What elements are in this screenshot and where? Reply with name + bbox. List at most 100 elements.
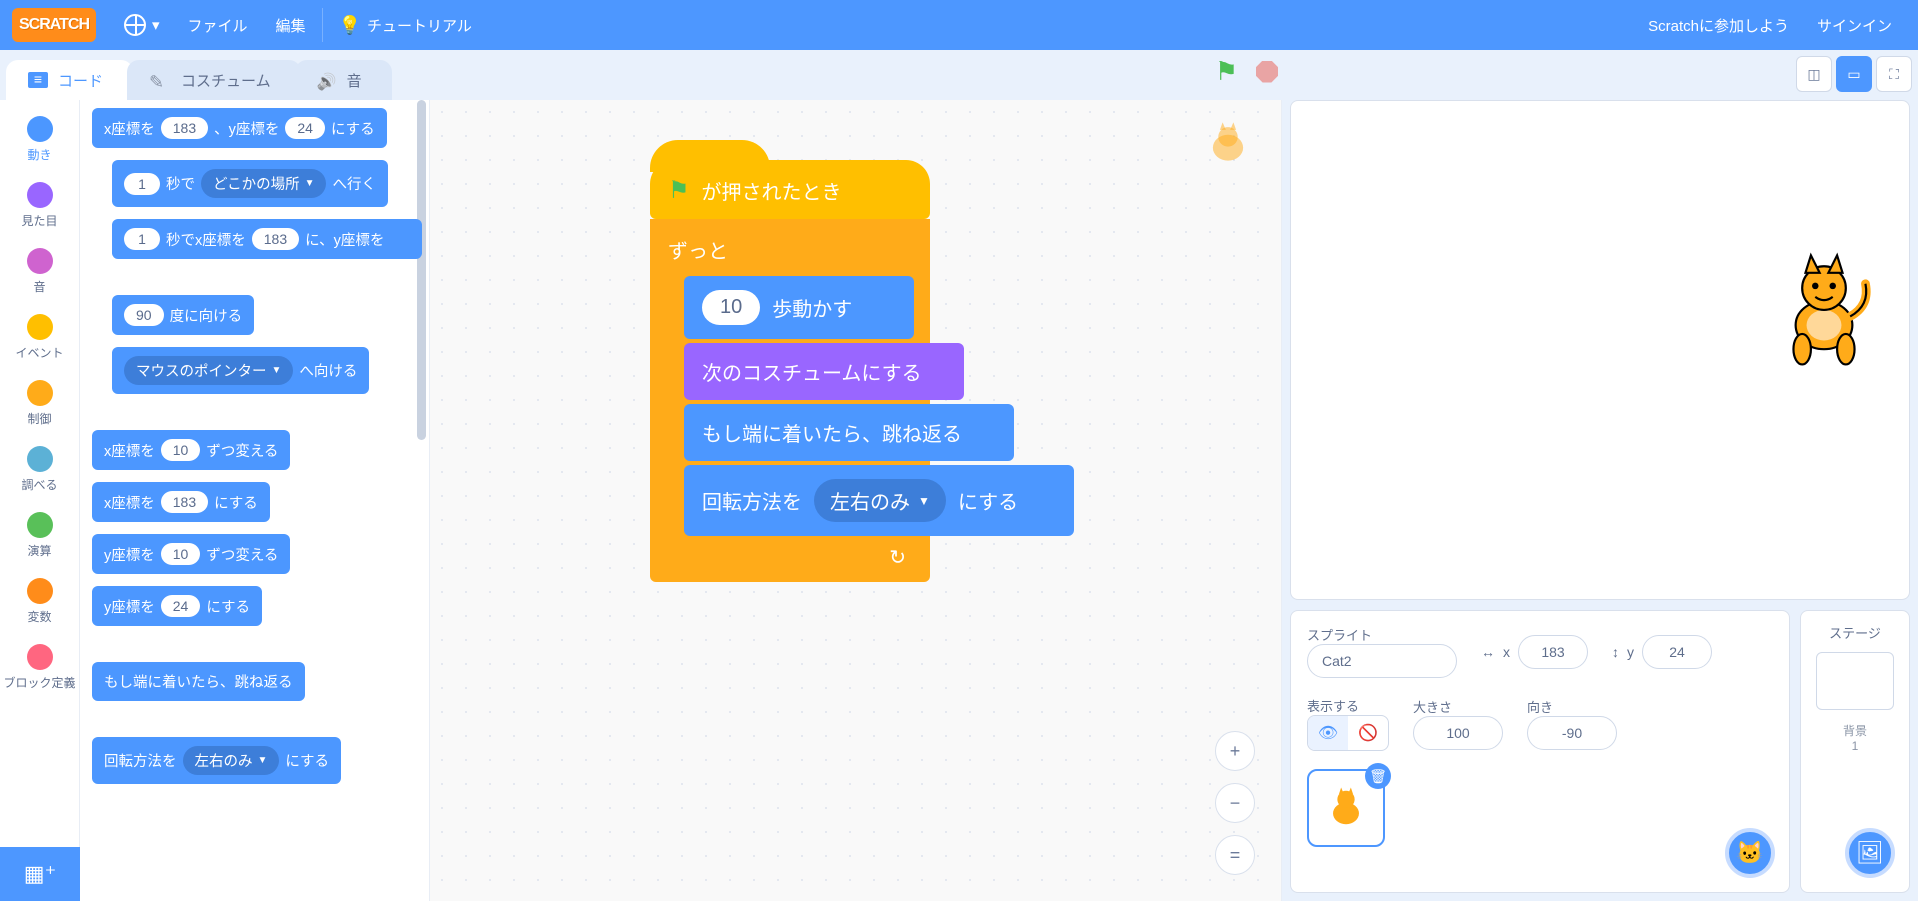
block-set-y[interactable]: y座標を 24 にする [92, 586, 262, 626]
sprite-on-stage[interactable] [1769, 251, 1879, 371]
block-text: へ行く [332, 173, 376, 194]
stage-small-button[interactable]: ◫ [1796, 56, 1832, 92]
add-extension-button[interactable]: ▦⁺ [0, 847, 80, 901]
category-label: 調べる [21, 476, 57, 493]
sprite-direction-input[interactable] [1527, 716, 1617, 750]
block-when-flag-clicked[interactable]: が押されたとき [650, 160, 930, 219]
tab-sounds-label: 音 [347, 70, 362, 91]
add-sprite-button[interactable]: 🐱 [1725, 828, 1775, 878]
block-goto-xy[interactable]: x座標を 183 、y座標を 24 にする [92, 108, 387, 148]
block-text: 、y座標を [214, 118, 279, 139]
block-point-towards[interactable]: マウスのポインター▼ へ向ける [112, 347, 369, 394]
block-next-costume[interactable]: 次のコスチュームにする [684, 343, 964, 400]
block-input-degrees[interactable]: 90 [124, 304, 164, 326]
block-set-x[interactable]: x座標を 183 にする [92, 482, 270, 522]
zoom-reset-button[interactable]: = [1215, 835, 1255, 875]
signin-link[interactable]: サインイン [1803, 0, 1906, 50]
file-menu[interactable]: ファイル [174, 0, 262, 50]
zoom-out-button[interactable]: − [1215, 783, 1255, 823]
block-input[interactable]: 10 [161, 439, 201, 461]
speaker-icon [317, 72, 337, 88]
trash-icon: 🗑 [1369, 768, 1387, 785]
block-input-seconds[interactable]: 1 [124, 228, 160, 250]
block-rotation-style[interactable]: 回転方法を 左右のみ▼ にする [684, 465, 1074, 536]
block-forever[interactable]: ずっと 10 歩動かす 次のコスチュームにする もし端に着いたら、跳ね返る 回転… [650, 219, 930, 582]
block-change-x[interactable]: x座標を 10 ずつ変える [92, 430, 290, 470]
block-change-y[interactable]: y座標を 10 ずつ変える [92, 534, 290, 574]
block-glide-xy[interactable]: 1 秒でx座標を 183 に、y座標を [112, 219, 422, 259]
category-operators[interactable]: 演算 [0, 502, 80, 568]
add-backdrop-button[interactable]: 🖼 [1845, 828, 1895, 878]
block-input[interactable]: 24 [161, 595, 201, 617]
tab-costumes[interactable]: コスチューム [127, 60, 301, 100]
events-dot-icon [27, 314, 53, 340]
zoom-in-button[interactable]: + [1215, 731, 1255, 771]
eye-off-icon: 🚫 [1358, 723, 1378, 743]
sprite-thumbnail[interactable]: 🗑 [1307, 769, 1385, 847]
block-input[interactable]: 183 [161, 491, 208, 513]
show-button[interactable]: 👁 [1308, 716, 1348, 750]
edit-menu[interactable]: 編集 [262, 0, 320, 50]
block-input-x[interactable]: 183 [161, 117, 208, 139]
script-stack[interactable]: が押されたとき ずっと 10 歩動かす 次のコスチュームにする もし端に着いたら… [650, 160, 930, 582]
category-control[interactable]: 制御 [0, 370, 80, 436]
block-text: にする [331, 118, 375, 139]
block-glide-random[interactable]: 1 秒で どこかの場所▼ へ行く [112, 160, 388, 207]
cat-sprite-icon [1769, 251, 1879, 371]
join-scratch-link[interactable]: Scratchに参加しよう [1634, 0, 1803, 50]
tutorials-button[interactable]: 💡チュートリアル [325, 0, 486, 50]
block-input[interactable]: 10 [161, 543, 201, 565]
stage-thumbnail[interactable] [1816, 652, 1894, 710]
scratch-logo[interactable]: SCRATCH [12, 8, 96, 42]
tab-sounds[interactable]: 音 [295, 60, 392, 100]
script-workspace[interactable]: が押されたとき ずっと 10 歩動かす 次のコスチュームにする もし端に着いたら… [430, 100, 1282, 901]
category-motion[interactable]: 動き [0, 106, 80, 172]
size-label: 大きさ [1413, 697, 1483, 716]
block-dropdown-style[interactable]: 左右のみ▼ [183, 746, 280, 775]
sprite-x-input[interactable] [1518, 635, 1588, 669]
chevron-down-icon: ▼ [258, 755, 268, 766]
block-text: が押されたとき [702, 176, 842, 205]
green-flag-button[interactable]: ⚑ [1215, 56, 1238, 87]
y-label: y [1627, 644, 1634, 660]
language-menu[interactable]: ▾ [110, 0, 174, 50]
block-text: 歩動かす [772, 293, 852, 322]
category-sound[interactable]: 音 [0, 238, 80, 304]
category-myblocks[interactable]: ブロック定義 [0, 634, 80, 700]
hide-button[interactable]: 🚫 [1348, 716, 1388, 750]
block-input-x[interactable]: 183 [252, 228, 299, 250]
stage[interactable] [1290, 100, 1910, 600]
tab-code[interactable]: コード [6, 60, 133, 100]
x-label: x [1503, 644, 1510, 660]
paintbrush-icon [149, 72, 171, 88]
category-sensing[interactable]: 調べる [0, 436, 80, 502]
block-dropdown-target[interactable]: どこかの場所▼ [201, 169, 326, 198]
sprite-name-input[interactable] [1307, 644, 1457, 678]
visibility-toggle: 👁 🚫 [1307, 715, 1389, 751]
block-move-steps[interactable]: 10 歩動かす [684, 276, 914, 339]
category-looks[interactable]: 見た目 [0, 172, 80, 238]
category-column: 動き 見た目 音 イベント 制御 調べる 演算 変数 ブロック定義 ▦⁺ [0, 100, 80, 901]
sprite-size-input[interactable] [1413, 716, 1503, 750]
block-input-y[interactable]: 24 [285, 117, 325, 139]
block-input[interactable]: 10 [702, 290, 760, 325]
palette-scrollbar[interactable] [417, 100, 426, 440]
stop-button[interactable] [1256, 61, 1278, 83]
stage-full-button[interactable]: ⛶ [1876, 56, 1912, 92]
block-dropdown-target[interactable]: マウスのポインター▼ [124, 356, 293, 385]
block-bounce-edge[interactable]: もし端に着いたら、跳ね返る [92, 662, 305, 701]
block-text: x座標を [104, 492, 155, 513]
sprite-y-input[interactable] [1642, 635, 1712, 669]
block-bounce-edge[interactable]: もし端に着いたら、跳ね返る [684, 404, 1014, 461]
category-variables[interactable]: 変数 [0, 568, 80, 634]
stage-header-controls: ⚑ [1215, 56, 1278, 87]
block-point-direction[interactable]: 90 度に向ける [112, 295, 254, 335]
right-column: スプライト ↔x ↕y 表示する 👁 🚫 大きさ [1282, 100, 1918, 901]
block-rotation-style[interactable]: 回転方法を 左右のみ▼ にする [92, 737, 341, 784]
block-dropdown-style[interactable]: 左右のみ▼ [814, 479, 946, 522]
block-palette: x座標を 183 、y座標を 24 にする 1 秒で どこかの場所▼ へ行く 1… [80, 100, 430, 901]
delete-sprite-button[interactable]: 🗑 [1365, 763, 1391, 789]
block-input-seconds[interactable]: 1 [124, 173, 160, 195]
stage-large-button[interactable]: ▭ [1836, 56, 1872, 92]
category-events[interactable]: イベント [0, 304, 80, 370]
